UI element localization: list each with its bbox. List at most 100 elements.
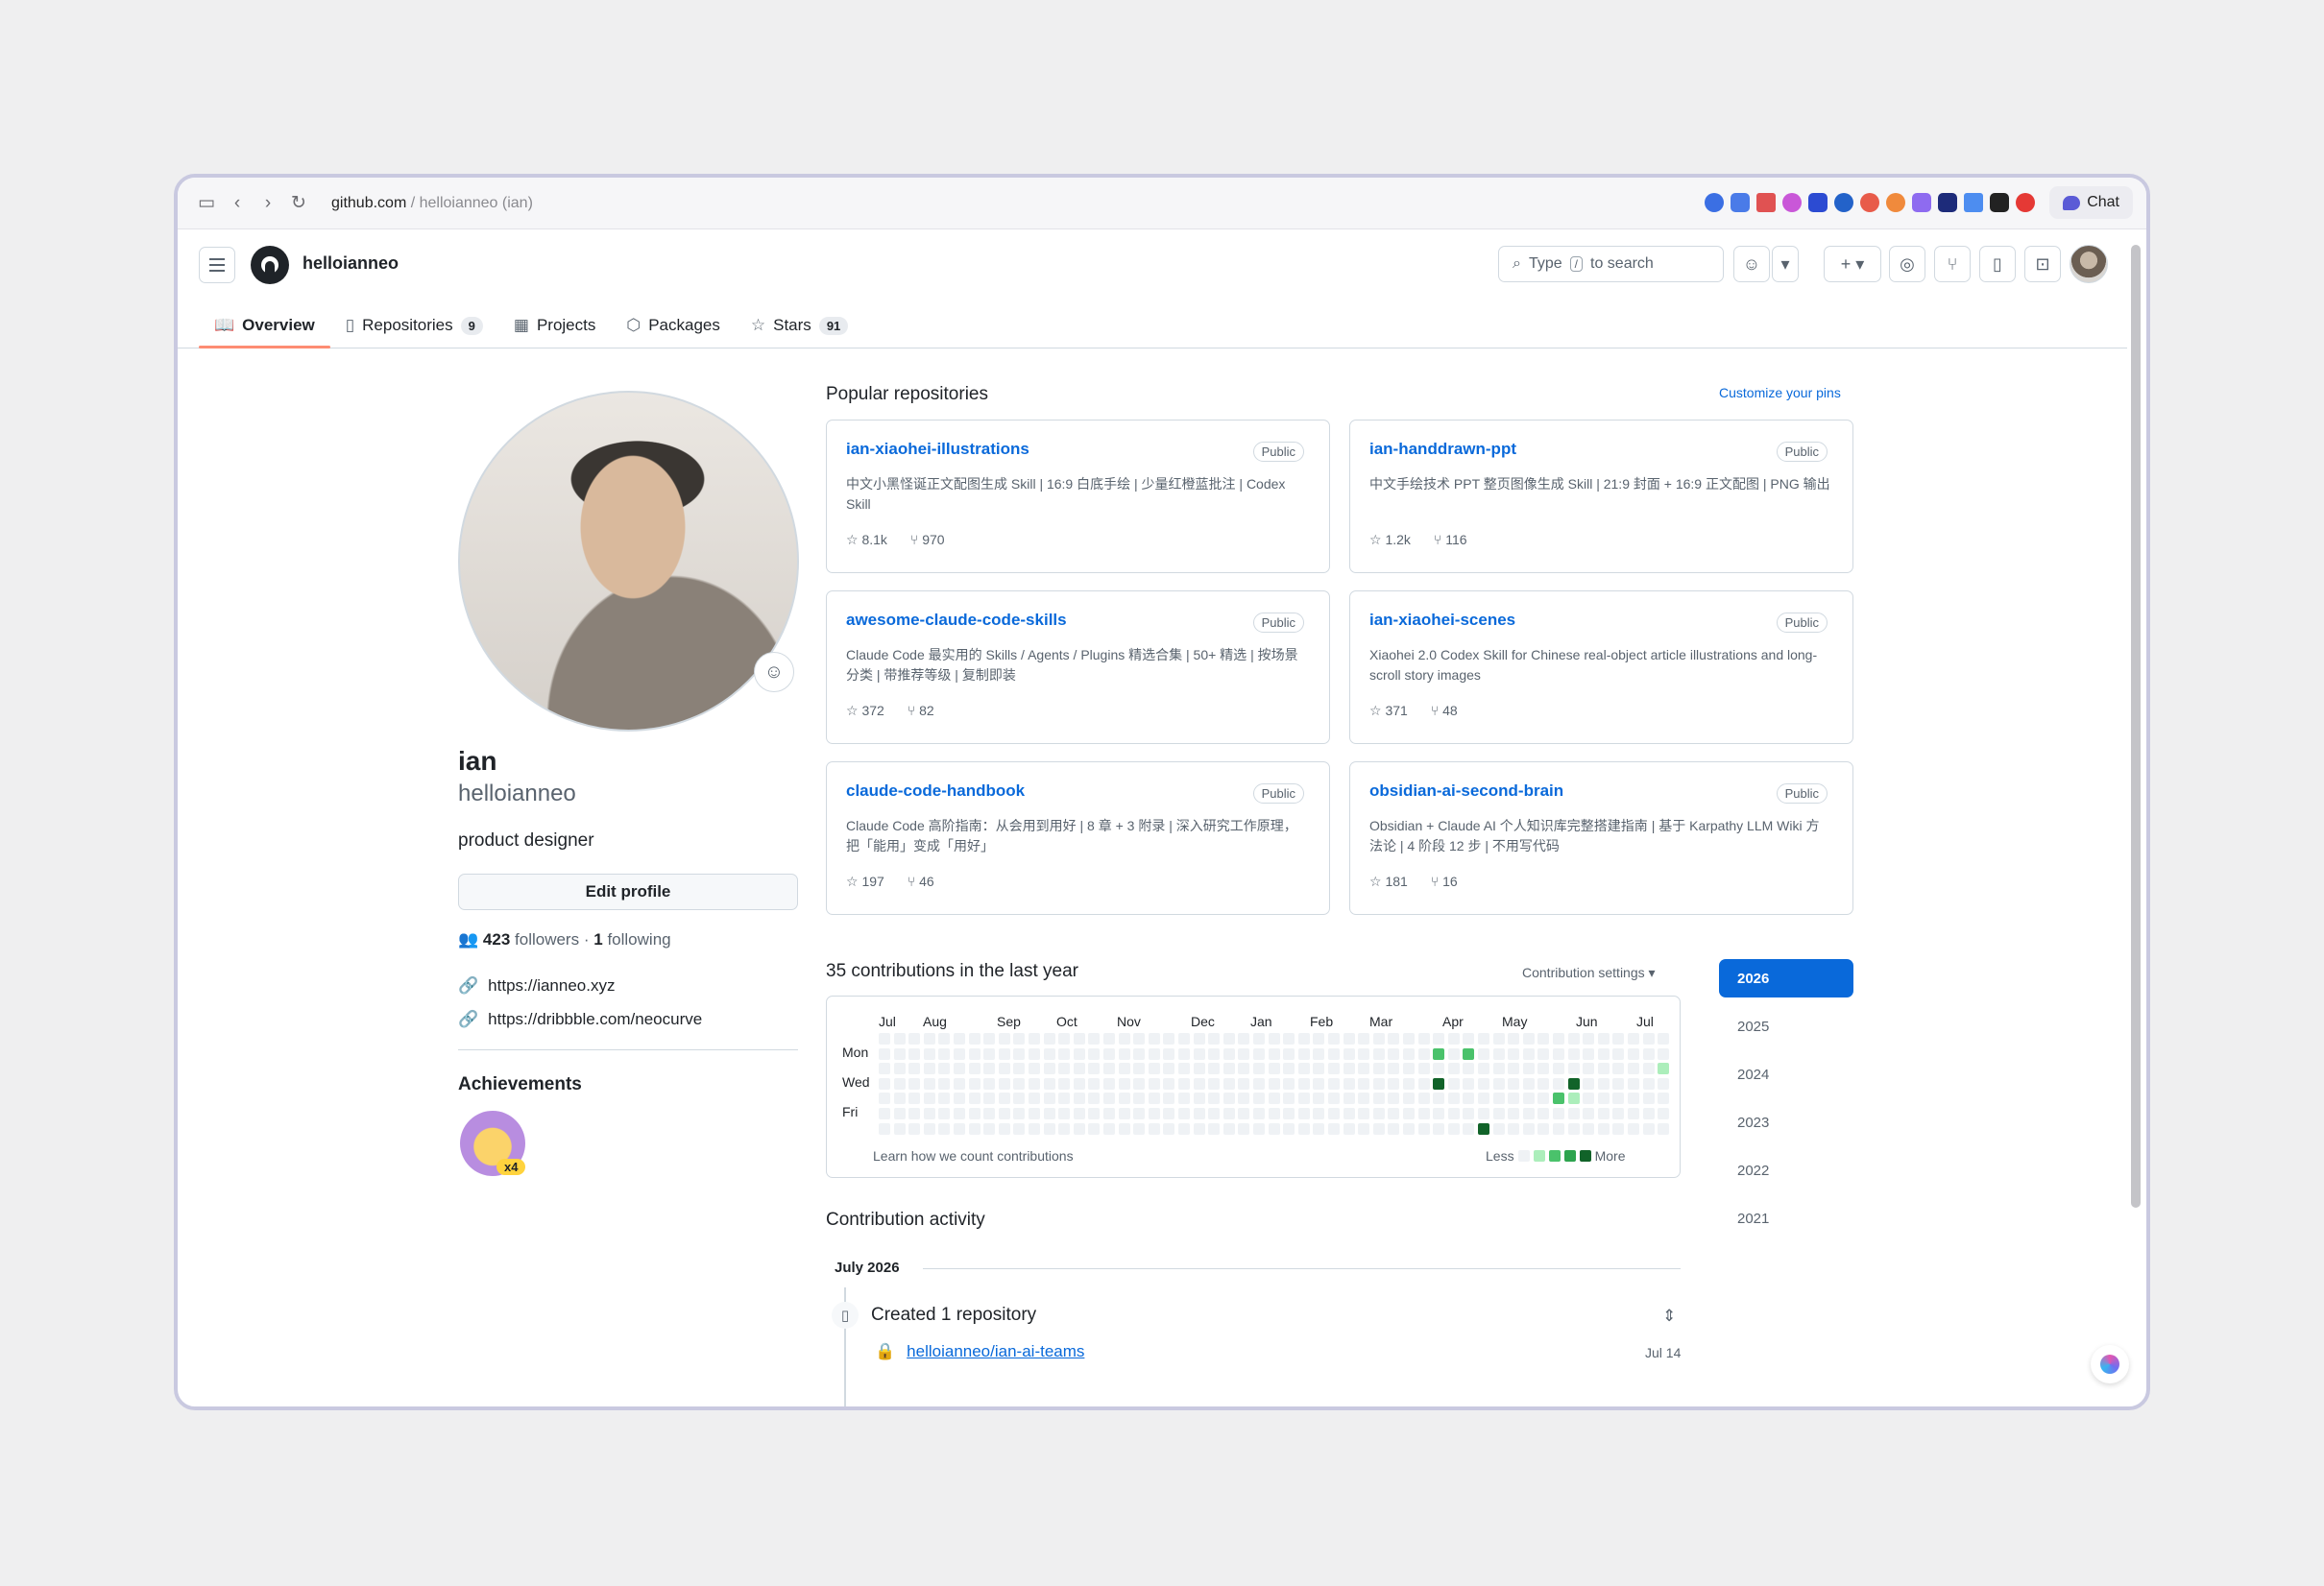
contribution-day[interactable] bbox=[1358, 1047, 1370, 1060]
profile-avatar[interactable] bbox=[458, 391, 799, 732]
contribution-day[interactable] bbox=[1133, 1033, 1146, 1045]
contribution-day[interactable] bbox=[1073, 1033, 1085, 1045]
learn-contributions-link[interactable]: Learn how we count contributions bbox=[873, 1148, 1074, 1164]
contribution-day[interactable] bbox=[1343, 1108, 1355, 1119]
contribution-day[interactable] bbox=[1268, 1063, 1280, 1075]
contribution-day[interactable] bbox=[1463, 1063, 1475, 1075]
contribution-day[interactable] bbox=[938, 1077, 951, 1090]
contribution-day[interactable] bbox=[1567, 1047, 1580, 1060]
contribution-day[interactable] bbox=[1223, 1077, 1235, 1090]
contribution-day[interactable] bbox=[1238, 1077, 1250, 1090]
contribution-day[interactable] bbox=[1358, 1093, 1370, 1105]
contribution-day[interactable] bbox=[1433, 1063, 1445, 1075]
contribution-day[interactable] bbox=[1297, 1093, 1310, 1105]
contribution-day[interactable] bbox=[1567, 1093, 1580, 1105]
contribution-day[interactable] bbox=[1013, 1122, 1026, 1135]
following-link[interactable]: 1 following bbox=[593, 930, 670, 949]
contribution-day[interactable] bbox=[1612, 1122, 1625, 1135]
scrollbar[interactable] bbox=[2131, 235, 2141, 1406]
contribution-day[interactable] bbox=[1583, 1122, 1595, 1135]
contribution-day[interactable] bbox=[1238, 1033, 1250, 1045]
contribution-day[interactable] bbox=[1208, 1047, 1221, 1060]
contribution-settings-dropdown[interactable]: Contribution settings ▾ bbox=[1522, 965, 1656, 981]
contribution-day[interactable] bbox=[1388, 1063, 1400, 1075]
contribution-day[interactable] bbox=[1163, 1077, 1175, 1090]
contribution-day[interactable] bbox=[1043, 1108, 1055, 1119]
contribution-day[interactable] bbox=[1238, 1047, 1250, 1060]
contribution-day[interactable] bbox=[1478, 1122, 1489, 1135]
contribution-day[interactable] bbox=[1403, 1033, 1415, 1045]
repo-name-link[interactable]: claude-code-handbook bbox=[846, 781, 1025, 801]
contribution-day[interactable] bbox=[923, 1047, 935, 1060]
contribution-day[interactable] bbox=[1447, 1108, 1460, 1119]
repo-name-link[interactable]: ian-xiaohei-illustrations bbox=[846, 440, 1029, 459]
contribution-day[interactable] bbox=[1328, 1122, 1340, 1135]
contribution-day[interactable] bbox=[983, 1108, 996, 1119]
contribution-day[interactable] bbox=[1043, 1077, 1055, 1090]
contribution-day[interactable] bbox=[1553, 1122, 1564, 1135]
contribution-day[interactable] bbox=[1029, 1122, 1040, 1135]
tab-projects[interactable]: ▦ Projects bbox=[498, 302, 611, 348]
contribution-day[interactable] bbox=[998, 1093, 1010, 1105]
contribution-day[interactable] bbox=[1148, 1077, 1160, 1090]
tab-stars[interactable]: ☆ Stars 91 bbox=[736, 302, 863, 348]
contribution-day[interactable] bbox=[1403, 1047, 1415, 1060]
contribution-day[interactable] bbox=[1478, 1047, 1489, 1060]
contribution-day[interactable] bbox=[954, 1093, 965, 1105]
contribution-day[interactable] bbox=[1118, 1033, 1130, 1045]
contribution-day[interactable] bbox=[968, 1122, 980, 1135]
contribution-day[interactable] bbox=[1612, 1063, 1625, 1075]
contribution-day[interactable] bbox=[1283, 1033, 1295, 1045]
contribution-day[interactable] bbox=[893, 1063, 906, 1075]
contribution-day[interactable] bbox=[1508, 1122, 1520, 1135]
contribution-day[interactable] bbox=[879, 1047, 890, 1060]
contribution-day[interactable] bbox=[1283, 1063, 1295, 1075]
contribution-day[interactable] bbox=[879, 1063, 890, 1075]
contribution-day[interactable] bbox=[1417, 1033, 1430, 1045]
reload-icon[interactable]: ↻ bbox=[283, 192, 314, 214]
contribution-day[interactable] bbox=[1013, 1077, 1026, 1090]
contribution-day[interactable] bbox=[1492, 1033, 1505, 1045]
edit-profile-button[interactable]: Edit profile bbox=[458, 874, 798, 910]
contribution-day[interactable] bbox=[968, 1108, 980, 1119]
contribution-day[interactable] bbox=[1642, 1093, 1655, 1105]
github-logo-icon[interactable] bbox=[251, 246, 289, 284]
contribution-day[interactable] bbox=[1658, 1093, 1670, 1105]
contribution-day[interactable] bbox=[1478, 1033, 1489, 1045]
contribution-day[interactable] bbox=[1537, 1047, 1550, 1060]
contribution-day[interactable] bbox=[1297, 1047, 1310, 1060]
contribution-day[interactable] bbox=[1283, 1122, 1295, 1135]
contribution-day[interactable] bbox=[1238, 1122, 1250, 1135]
contribution-day[interactable] bbox=[1148, 1108, 1160, 1119]
extension-icon[interactable] bbox=[1756, 193, 1777, 212]
contribution-day[interactable] bbox=[1597, 1108, 1610, 1119]
contribution-day[interactable] bbox=[1178, 1047, 1190, 1060]
contribution-day[interactable] bbox=[1583, 1033, 1595, 1045]
contribution-day[interactable] bbox=[1148, 1093, 1160, 1105]
contribution-day[interactable] bbox=[1193, 1047, 1205, 1060]
contribution-day[interactable] bbox=[1103, 1093, 1115, 1105]
contribution-day[interactable] bbox=[1118, 1093, 1130, 1105]
contribution-day[interactable] bbox=[1133, 1047, 1146, 1060]
contribution-day[interactable] bbox=[1253, 1093, 1265, 1105]
contribution-day[interactable] bbox=[1163, 1033, 1175, 1045]
contribution-day[interactable] bbox=[1163, 1122, 1175, 1135]
contribution-day[interactable] bbox=[1642, 1122, 1655, 1135]
contribution-day[interactable] bbox=[1372, 1093, 1385, 1105]
profile-link-website[interactable]: 🔗 https://ianneo.xyz bbox=[458, 976, 615, 996]
repo-name-link[interactable]: obsidian-ai-second-brain bbox=[1369, 781, 1563, 801]
chat-button[interactable]: Chat bbox=[2049, 186, 2133, 219]
contribution-day[interactable] bbox=[1253, 1108, 1265, 1119]
contribution-day[interactable] bbox=[1043, 1047, 1055, 1060]
stars-link[interactable]: ☆ 371 bbox=[1369, 703, 1408, 719]
contribution-day[interactable] bbox=[879, 1122, 890, 1135]
contribution-day[interactable] bbox=[1283, 1077, 1295, 1090]
menu-button[interactable] bbox=[199, 247, 235, 283]
contribution-day[interactable] bbox=[1103, 1122, 1115, 1135]
inbox-button[interactable]: ⊡ bbox=[2024, 246, 2061, 282]
contribution-day[interactable] bbox=[1043, 1122, 1055, 1135]
contribution-day[interactable] bbox=[1208, 1122, 1221, 1135]
contribution-day[interactable] bbox=[1508, 1047, 1520, 1060]
forks-link[interactable]: ⑂ 970 bbox=[910, 532, 945, 548]
contribution-day[interactable] bbox=[1642, 1077, 1655, 1090]
